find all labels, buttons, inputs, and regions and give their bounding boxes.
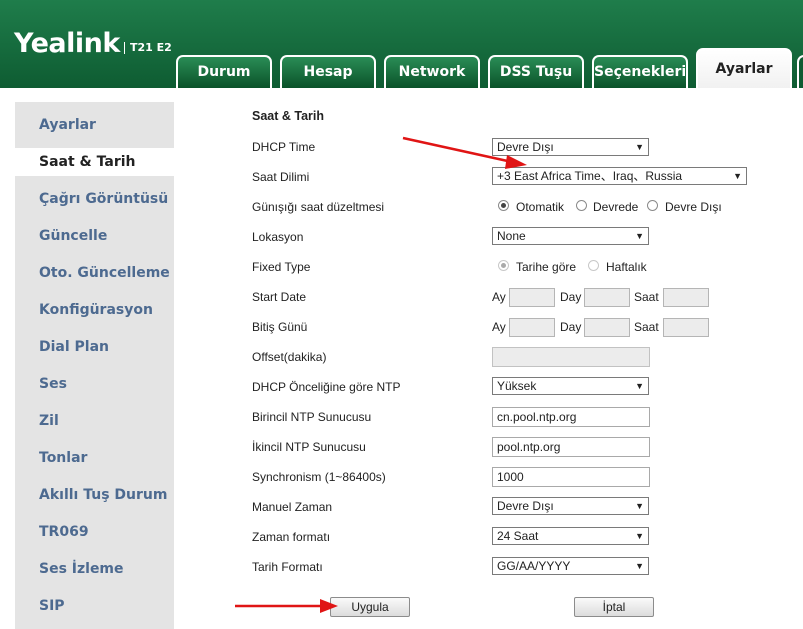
apply-annotation-arrow xyxy=(235,599,338,613)
location-select[interactable]: None ▼ xyxy=(492,227,649,245)
dst-option-otomatik: Otomatik xyxy=(516,200,565,214)
tab-dss-tusu[interactable]: DSS Tuşu xyxy=(488,55,584,88)
sidebar-item-ses-izleme[interactable]: Ses İzleme xyxy=(15,555,174,583)
fixed-type-option-haftalik: Haftalık xyxy=(606,260,647,274)
tab-hesap[interactable]: Hesap xyxy=(280,55,376,88)
date-format-value: GG/AA/YYYY xyxy=(497,559,571,573)
dst-radio-devrede[interactable] xyxy=(576,200,587,211)
sidebar-item-sip[interactable]: SIP xyxy=(15,592,174,620)
tab-ayarlar[interactable]: Ayarlar xyxy=(696,48,792,88)
manual-time-select[interactable]: Devre Dışı ▼ xyxy=(492,497,649,515)
offset-label: Offset(dakika) xyxy=(252,350,327,364)
sync-input[interactable]: 1000 xyxy=(492,467,650,487)
dst-label: Günışığı saat düzeltmesi xyxy=(252,200,385,214)
sidebar-item-dial-plan[interactable]: Dial Plan xyxy=(15,333,174,361)
time-format-select[interactable]: 24 Saat ▼ xyxy=(492,527,649,545)
section-title: Saat & Tarih xyxy=(252,109,325,123)
fixed-type-label: Fixed Type xyxy=(252,260,311,274)
end-day-field[interactable] xyxy=(584,318,630,337)
dropdown-arrow-icon: ▼ xyxy=(635,561,644,571)
tab-durum[interactable]: Durum xyxy=(176,55,272,88)
dhcp-ntp-value: Yüksek xyxy=(497,379,537,393)
end-day-label: Day xyxy=(560,320,582,334)
dst-radio-otomatik[interactable] xyxy=(498,200,509,211)
dropdown-arrow-icon: ▼ xyxy=(635,501,644,511)
start-day-label: Day xyxy=(560,290,582,304)
fixed-type-radio-tarihe-gore[interactable] xyxy=(498,260,509,271)
fixed-type-radio-haftalik[interactable] xyxy=(588,260,599,271)
sidebar-item-akilli-tus-durum[interactable]: Akıllı Tuş Durum xyxy=(15,481,174,509)
end-hour-label: Saat xyxy=(634,320,659,334)
dhcp-time-select[interactable]: Devre Dışı ▼ xyxy=(492,138,649,156)
ntp-secondary-input[interactable]: pool.ntp.org xyxy=(492,437,650,457)
time-zone-select[interactable]: +3 East Africa Time、Iraq、Russia ▼ xyxy=(492,167,747,185)
dhcp-ntp-select[interactable]: Yüksek ▼ xyxy=(492,377,649,395)
fixed-type-option-tarihe-gore: Tarihe göre xyxy=(516,260,577,274)
dst-option-devre-disi: Devre Dışı xyxy=(665,200,722,214)
dropdown-arrow-icon: ▼ xyxy=(635,381,644,391)
end-month-field[interactable] xyxy=(509,318,555,337)
dhcp-time-value: Devre Dışı xyxy=(497,140,554,154)
location-label: Lokasyon xyxy=(252,230,304,244)
start-hour-field[interactable] xyxy=(663,288,709,307)
sync-label: Synchronism (1~86400s) xyxy=(252,470,386,484)
ntp-primary-label: Birincil NTP Sunucusu xyxy=(252,410,372,424)
sidebar-item-oto-guncelleme[interactable]: Oto. Güncelleme xyxy=(15,259,174,287)
apply-button[interactable]: Uygula xyxy=(330,597,410,617)
dropdown-arrow-icon: ▼ xyxy=(733,171,742,181)
sidebar-item-tonlar[interactable]: Tonlar xyxy=(15,444,174,472)
tab-secenekleri[interactable]: Seçenekleri xyxy=(592,55,688,88)
tab-overflow-edge xyxy=(797,55,803,88)
start-date-label: Start Date xyxy=(252,290,307,304)
time-zone-label: Saat Dilimi xyxy=(252,170,310,184)
ntp-primary-input[interactable]: cn.pool.ntp.org xyxy=(492,407,650,427)
dst-radio-devre-disi[interactable] xyxy=(647,200,658,211)
manual-time-label: Manuel Zaman xyxy=(252,500,333,514)
start-month-label: Ay xyxy=(492,290,506,304)
dst-option-devrede: Devrede xyxy=(593,200,639,214)
time-zone-value: +3 East Africa Time、Iraq、Russia xyxy=(497,169,683,183)
ntp-secondary-label: İkincil NTP Sunucusu xyxy=(252,440,366,454)
manual-time-value: Devre Dışı xyxy=(497,499,554,513)
dropdown-arrow-icon: ▼ xyxy=(635,531,644,541)
dropdown-arrow-icon: ▼ xyxy=(635,231,644,241)
sidebar-item-konfigurasyon[interactable]: Konfigürasyon xyxy=(15,296,174,324)
yealink-logo: Yealink xyxy=(14,28,120,59)
top-header: Yealink T21 E2 Durum Hesap Network DSS T… xyxy=(0,0,803,88)
date-format-select[interactable]: GG/AA/YYYY ▼ xyxy=(492,557,649,575)
end-hour-field[interactable] xyxy=(663,318,709,337)
offset-input[interactable] xyxy=(492,347,650,367)
tab-network[interactable]: Network xyxy=(384,55,480,88)
end-date-label: Bitiş Günü xyxy=(252,320,308,334)
sidebar-item-cagri-goruntusu[interactable]: Çağrı Görüntüsü xyxy=(15,185,174,213)
sidebar-item-saat-tarih[interactable]: Saat & Tarih xyxy=(15,148,183,176)
sidebar-item-ses[interactable]: Ses xyxy=(15,370,174,398)
cancel-button[interactable]: İptal xyxy=(574,597,654,617)
dhcp-time-label: DHCP Time xyxy=(252,140,316,154)
end-month-label: Ay xyxy=(492,320,506,334)
location-value: None xyxy=(497,229,526,243)
start-hour-label: Saat xyxy=(634,290,659,304)
dropdown-arrow-icon: ▼ xyxy=(635,142,644,152)
sidebar-item-ayarlar[interactable]: Ayarlar xyxy=(15,111,174,139)
sidebar-item-zil[interactable]: Zil xyxy=(15,407,174,435)
model-label: T21 E2 xyxy=(124,42,172,54)
sidebar-item-tr069[interactable]: TR069 xyxy=(15,518,174,546)
time-format-value: 24 Saat xyxy=(497,529,539,543)
start-month-field[interactable] xyxy=(509,288,555,307)
settings-sidebar: Ayarlar Saat & Tarih Çağrı Görüntüsü Gün… xyxy=(15,102,183,629)
dhcp-ntp-label: DHCP Önceliğine göre NTP xyxy=(252,380,401,394)
sidebar-item-guncelle[interactable]: Güncelle xyxy=(15,222,174,250)
start-day-field[interactable] xyxy=(584,288,630,307)
date-format-label: Tarih Formatı xyxy=(252,560,323,574)
time-format-label: Zaman formatı xyxy=(252,530,331,544)
